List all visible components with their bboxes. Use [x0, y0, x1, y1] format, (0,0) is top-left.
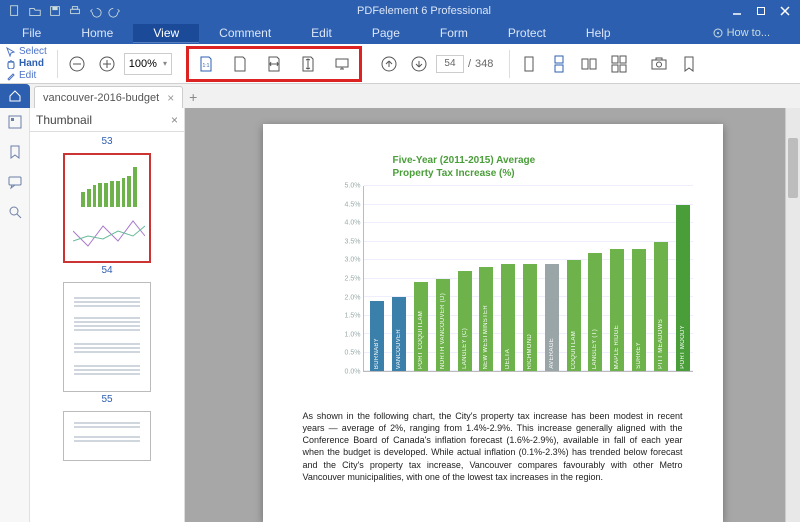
- zoom-out-button[interactable]: [64, 51, 90, 77]
- minimize-button[interactable]: [726, 2, 748, 20]
- page-number-input[interactable]: 54: [436, 55, 464, 73]
- zoom-in-button[interactable]: [94, 51, 120, 77]
- app-title: PDFelement 6 Professional: [122, 5, 726, 17]
- menu-protect[interactable]: Protect: [488, 24, 566, 42]
- menu-help[interactable]: Help: [566, 24, 631, 42]
- add-tab-button[interactable]: +: [183, 86, 203, 108]
- view-toolbar: Select Hand Edit 100%▾ 1:1 54 / 348: [0, 44, 800, 84]
- svg-text:1:1: 1:1: [202, 63, 209, 69]
- thumbnail-panel: Thumbnail × 53 54 55: [30, 108, 185, 522]
- menu-view[interactable]: View: [133, 24, 199, 42]
- thumbnail-item[interactable]: 54: [62, 153, 152, 276]
- menu-file[interactable]: File: [2, 24, 61, 42]
- menu-home[interactable]: Home: [61, 24, 133, 42]
- total-pages: 348: [475, 58, 493, 70]
- print-icon[interactable]: [68, 4, 82, 18]
- actual-size-button[interactable]: 1:1: [193, 51, 219, 77]
- comment-panel-icon[interactable]: [7, 174, 23, 190]
- two-page-continuous-button[interactable]: [606, 51, 632, 77]
- page-layout-group: 1:1: [186, 46, 362, 82]
- menu-bar: File Home View Comment Edit Page Form Pr…: [0, 22, 800, 44]
- menu-form[interactable]: Form: [420, 24, 488, 42]
- thumbnail-item[interactable]: [62, 411, 152, 461]
- bookmark-button[interactable]: [676, 51, 702, 77]
- edit-tool[interactable]: Edit: [6, 70, 47, 81]
- snapshot-button[interactable]: [646, 51, 672, 77]
- tab-close-button[interactable]: ×: [167, 91, 174, 105]
- thumbnail-item[interactable]: 55: [62, 282, 152, 405]
- thumbnail-list[interactable]: 53 54 55: [30, 132, 184, 522]
- close-button[interactable]: [774, 2, 796, 20]
- menu-page[interactable]: Page: [352, 24, 420, 42]
- two-page-button[interactable]: [576, 51, 602, 77]
- open-file-icon[interactable]: [28, 4, 42, 18]
- menu-edit[interactable]: Edit: [291, 24, 352, 42]
- document-tabs: vancouver-2016-budget × +: [0, 84, 800, 108]
- select-tool[interactable]: Select: [6, 46, 47, 57]
- prev-page-button[interactable]: [376, 51, 402, 77]
- zoom-level-select[interactable]: 100%▾: [124, 53, 172, 75]
- hand-tool[interactable]: Hand: [6, 58, 47, 69]
- home-tab-icon[interactable]: [0, 84, 30, 108]
- thumbnail-panel-close[interactable]: ×: [171, 113, 178, 127]
- quick-access-toolbar: [8, 4, 122, 18]
- document-page: Five-Year (2011-2015) Average Property T…: [263, 124, 723, 522]
- chart: 0.0%0.5%1.0%1.5%2.0%2.5%3.0%3.5%4.0%4.5%…: [333, 186, 693, 396]
- page-indicator: 54 / 348: [436, 55, 493, 73]
- thumbnail-panel-title: Thumbnail: [36, 113, 92, 127]
- fit-width-button[interactable]: [261, 51, 287, 77]
- undo-icon[interactable]: [88, 4, 102, 18]
- new-file-icon[interactable]: [8, 4, 22, 18]
- fit-height-button[interactable]: [295, 51, 321, 77]
- window-buttons: [726, 2, 796, 20]
- body-paragraph: As shown in the following chart, the Cit…: [303, 410, 683, 483]
- fit-window-button[interactable]: [227, 51, 253, 77]
- bookmark-panel-icon[interactable]: [7, 144, 23, 160]
- workspace: Thumbnail × 53 54 55: [0, 108, 800, 522]
- chart-title: Five-Year (2011-2015) Average Property T…: [393, 154, 683, 180]
- side-navigation: [0, 108, 30, 522]
- continuous-button[interactable]: [546, 51, 572, 77]
- menu-comment[interactable]: Comment: [199, 24, 291, 42]
- scrollbar-thumb[interactable]: [788, 138, 798, 198]
- how-to-link[interactable]: How to...: [713, 27, 770, 39]
- vertical-scrollbar[interactable]: [785, 108, 800, 522]
- pointer-tools: Select Hand Edit: [6, 46, 47, 81]
- single-page-button[interactable]: [516, 51, 542, 77]
- save-icon[interactable]: [48, 4, 62, 18]
- read-mode-button[interactable]: [329, 51, 355, 77]
- search-panel-icon[interactable]: [7, 204, 23, 220]
- title-bar: PDFelement 6 Professional: [0, 0, 800, 22]
- maximize-button[interactable]: [750, 2, 772, 20]
- document-viewport[interactable]: Five-Year (2011-2015) Average Property T…: [185, 108, 800, 522]
- next-page-button[interactable]: [406, 51, 432, 77]
- document-tab[interactable]: vancouver-2016-budget ×: [34, 86, 183, 108]
- thumbnail-item[interactable]: 53: [62, 134, 152, 147]
- tab-label: vancouver-2016-budget: [43, 92, 159, 104]
- redo-icon[interactable]: [108, 4, 122, 18]
- thumbnail-panel-icon[interactable]: [7, 114, 23, 130]
